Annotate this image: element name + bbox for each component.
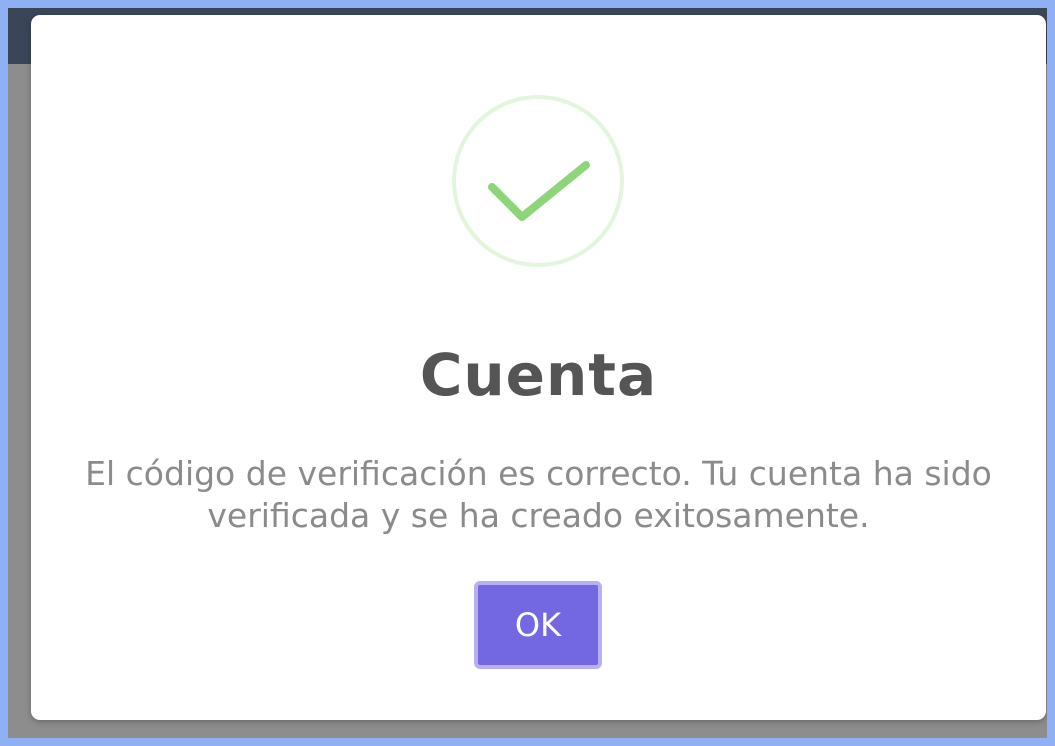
success-dialog: Cuenta El código de verificación es corr…: [31, 15, 1046, 720]
dialog-message: El código de verificación es correcto. T…: [85, 454, 992, 535]
success-check-icon: [452, 95, 624, 267]
ok-button[interactable]: OK: [474, 581, 602, 669]
dialog-title: Cuenta: [419, 341, 658, 409]
